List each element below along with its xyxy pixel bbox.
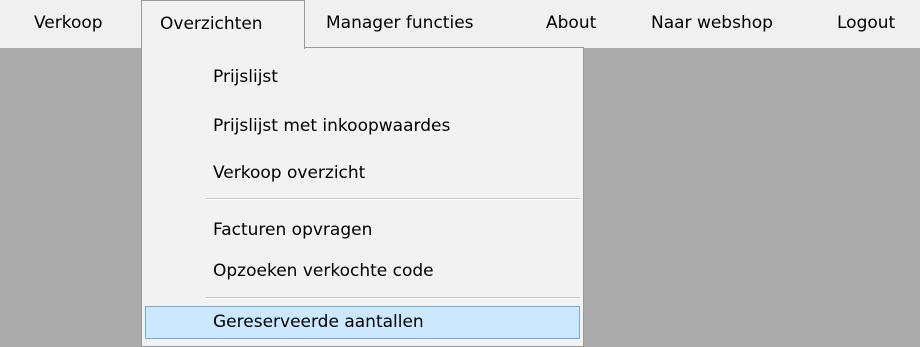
menu-verkoop-label: Verkoop xyxy=(34,13,103,33)
menu-about[interactable]: About xyxy=(546,0,596,48)
menu-verkoop[interactable]: Verkoop xyxy=(34,0,103,48)
menu-separator xyxy=(206,198,580,200)
menu-bar: Verkoop Overzichten Manager functies Abo… xyxy=(0,0,920,49)
menu-overzichten-label: Overzichten xyxy=(160,14,263,34)
menu-item-opzoeken-verkochte-code[interactable]: Opzoeken verkochte code xyxy=(145,255,580,288)
menu-item-verkoop-overzicht[interactable]: Verkoop overzicht xyxy=(145,157,580,190)
menu-item-prijslijst-label: Prijslijst xyxy=(213,67,278,87)
menu-item-prijslijst[interactable]: Prijslijst xyxy=(145,61,580,94)
menu-naar-webshop-label: Naar webshop xyxy=(651,13,773,33)
menu-logout[interactable]: Logout xyxy=(837,0,895,48)
menu-manager-functies[interactable]: Manager functies xyxy=(326,0,474,48)
menu-overzichten[interactable]: Overzichten xyxy=(141,0,305,49)
menu-item-facturen-opvragen-label: Facturen opvragen xyxy=(213,220,373,240)
menu-manager-functies-label: Manager functies xyxy=(326,13,474,33)
menu-item-gereserveerde-aantallen-label: Gereserveerde aantallen xyxy=(213,312,424,332)
application-window: Verkoop Overzichten Manager functies Abo… xyxy=(0,0,920,347)
menu-item-prijslijst-inkoopwaardes-label: Prijslijst met inkoopwaardes xyxy=(213,116,451,136)
menu-item-facturen-opvragen[interactable]: Facturen opvragen xyxy=(145,214,580,247)
menu-separator xyxy=(206,297,580,299)
menu-item-opzoeken-verkochte-code-label: Opzoeken verkochte code xyxy=(213,261,434,281)
menu-about-label: About xyxy=(546,13,597,33)
overzichten-dropdown: Prijslijst Prijslijst met inkoopwaardes … xyxy=(141,47,584,347)
menu-item-prijslijst-inkoopwaardes[interactable]: Prijslijst met inkoopwaardes xyxy=(145,110,580,143)
menu-item-gereserveerde-aantallen[interactable]: Gereserveerde aantallen xyxy=(145,306,580,339)
menu-naar-webshop[interactable]: Naar webshop xyxy=(651,0,773,48)
menu-item-verkoop-overzicht-label: Verkoop overzicht xyxy=(213,163,366,183)
menu-logout-label: Logout xyxy=(837,13,896,33)
